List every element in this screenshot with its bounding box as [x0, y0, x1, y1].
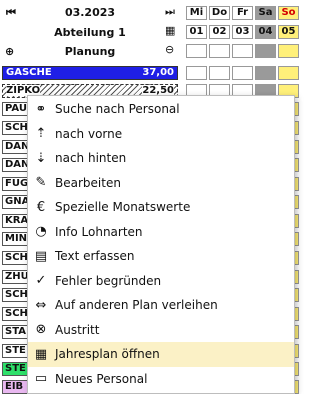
menu-item-monthly-values[interactable]: € Spezielle Monatswerte: [28, 195, 294, 220]
menu-item-label: Spezielle Monatswerte: [55, 200, 191, 215]
department-label[interactable]: Abteilung 1: [0, 26, 180, 39]
edit-icon: ✎: [35, 175, 47, 191]
binoculars-icon: ⚭: [35, 101, 47, 117]
menu-item-label: Jahresplan öffnen: [55, 347, 160, 362]
month-row: ⏮ 03.2023: [0, 4, 180, 22]
shift-cell[interactable]: [209, 66, 230, 80]
sort-down-icon: ⇣: [35, 150, 47, 166]
shift-cell[interactable]: [186, 44, 207, 58]
menu-item-label: Info Lohnarten: [55, 224, 143, 239]
menu-item-label: Suche nach Personal: [55, 102, 180, 117]
menu-item-justify-errors[interactable]: ✓ Fehler begründen: [28, 269, 294, 294]
employee-row[interactable]: GNA: [2, 195, 28, 209]
employee-row[interactable]: DAN: [2, 158, 28, 172]
employee-row[interactable]: STE: [2, 362, 28, 376]
weekday-header: Do: [209, 6, 230, 20]
employee-row[interactable]: FUG: [2, 177, 28, 191]
document-icon: ▤: [34, 248, 48, 264]
sort-up-icon: ⇡: [35, 126, 47, 142]
euro-icon: €: [36, 199, 46, 215]
date-header: 01: [186, 25, 207, 39]
down-arrow-icon[interactable]: ⊖: [165, 43, 174, 57]
check-icon: ✓: [35, 273, 47, 289]
employee-row[interactable]: ZHU: [2, 270, 28, 284]
next-month-icon[interactable]: ⏭: [165, 5, 175, 19]
weekday-header: Fr: [232, 6, 253, 20]
menu-item-search[interactable]: ⚭ Suche nach Personal: [28, 97, 294, 122]
month-label: 03.2023: [64, 6, 116, 19]
shift-cell[interactable]: [232, 66, 253, 80]
employee-row[interactable]: SCH: [2, 251, 28, 265]
menu-item-label: nach vorne: [55, 126, 123, 141]
employee-row[interactable]: MIN: [2, 232, 28, 246]
menu-item-label: Auf anderen Plan verleihen: [55, 298, 218, 313]
employee-row[interactable]: PAU: [2, 102, 28, 116]
shift-cell[interactable]: [232, 44, 253, 58]
shift-cell[interactable]: [278, 66, 299, 80]
date-header: 03: [232, 25, 253, 39]
department-row: Abteilung 1: [0, 24, 180, 42]
date-header: 04: [255, 25, 276, 39]
menu-item-edit[interactable]: ✎ Bearbeiten: [28, 171, 294, 196]
date-header: 05: [278, 25, 299, 39]
menu-item-move-down[interactable]: ⇣ nach hinten: [28, 146, 294, 171]
date-header: 02: [209, 25, 230, 39]
weekday-header: Mi: [186, 6, 207, 20]
menu-item-label: Bearbeiten: [55, 175, 121, 190]
menu-item-year-plan[interactable]: ▦ Jahresplan öffnen: [28, 342, 294, 367]
plan-label[interactable]: Planung: [0, 45, 180, 58]
close-circle-icon: ⊗: [35, 322, 47, 338]
menu-item-wage-info[interactable]: ◔ Info Lohnarten: [28, 220, 294, 245]
piggy-bank-icon: ◔: [35, 224, 47, 240]
plan-row: ⊕ Planung: [0, 43, 180, 61]
shift-cell[interactable]: [255, 66, 276, 80]
employee-row[interactable]: SCH: [2, 121, 28, 135]
gasche-name: GASCHE: [6, 67, 52, 78]
employee-row[interactable]: SCH: [2, 307, 28, 321]
calendar-grid-icon[interactable]: ▦: [165, 24, 175, 38]
calendar-icon: ▦: [34, 346, 48, 362]
employee-row[interactable]: EIB: [2, 380, 28, 394]
menu-item-exit[interactable]: ⊗ Austritt: [28, 318, 294, 343]
menu-item-label: Neues Personal: [55, 371, 148, 386]
weekday-header: Sa: [255, 6, 276, 20]
menu-item-text[interactable]: ▤ Text erfassen: [28, 244, 294, 269]
menu-item-label: Text erfassen: [55, 249, 135, 264]
id-card-icon: ▭: [34, 371, 48, 387]
shift-cell[interactable]: [209, 44, 230, 58]
employee-row[interactable]: DAN: [2, 140, 28, 154]
weekday-header: So: [278, 6, 299, 20]
gasche-row[interactable]: GASCHE 37,00: [2, 66, 178, 80]
shift-cell[interactable]: [255, 44, 276, 58]
shift-cell[interactable]: [278, 44, 299, 58]
employee-row[interactable]: KRA: [2, 214, 28, 228]
employee-row[interactable]: STE: [2, 344, 28, 358]
employee-row[interactable]: SCH: [2, 288, 28, 302]
menu-item-move-up[interactable]: ⇡ nach vorne: [28, 122, 294, 147]
employee-row[interactable]: STA: [2, 325, 28, 339]
menu-item-label: nach hinten: [55, 151, 127, 166]
menu-item-label: Fehler begründen: [55, 273, 162, 288]
gasche-hours: 37,00: [142, 67, 174, 78]
menu-item-lend[interactable]: ⇔ Auf anderen Plan verleihen: [28, 293, 294, 318]
transfer-icon: ⇔: [35, 297, 47, 313]
shift-cell[interactable]: [186, 66, 207, 80]
context-menu: ⚭ Suche nach Personal ⇡ nach vorne ⇣ nac…: [27, 95, 295, 394]
menu-item-label: Austritt: [55, 322, 100, 337]
menu-item-new-staff[interactable]: ▭ Neues Personal: [28, 367, 294, 392]
